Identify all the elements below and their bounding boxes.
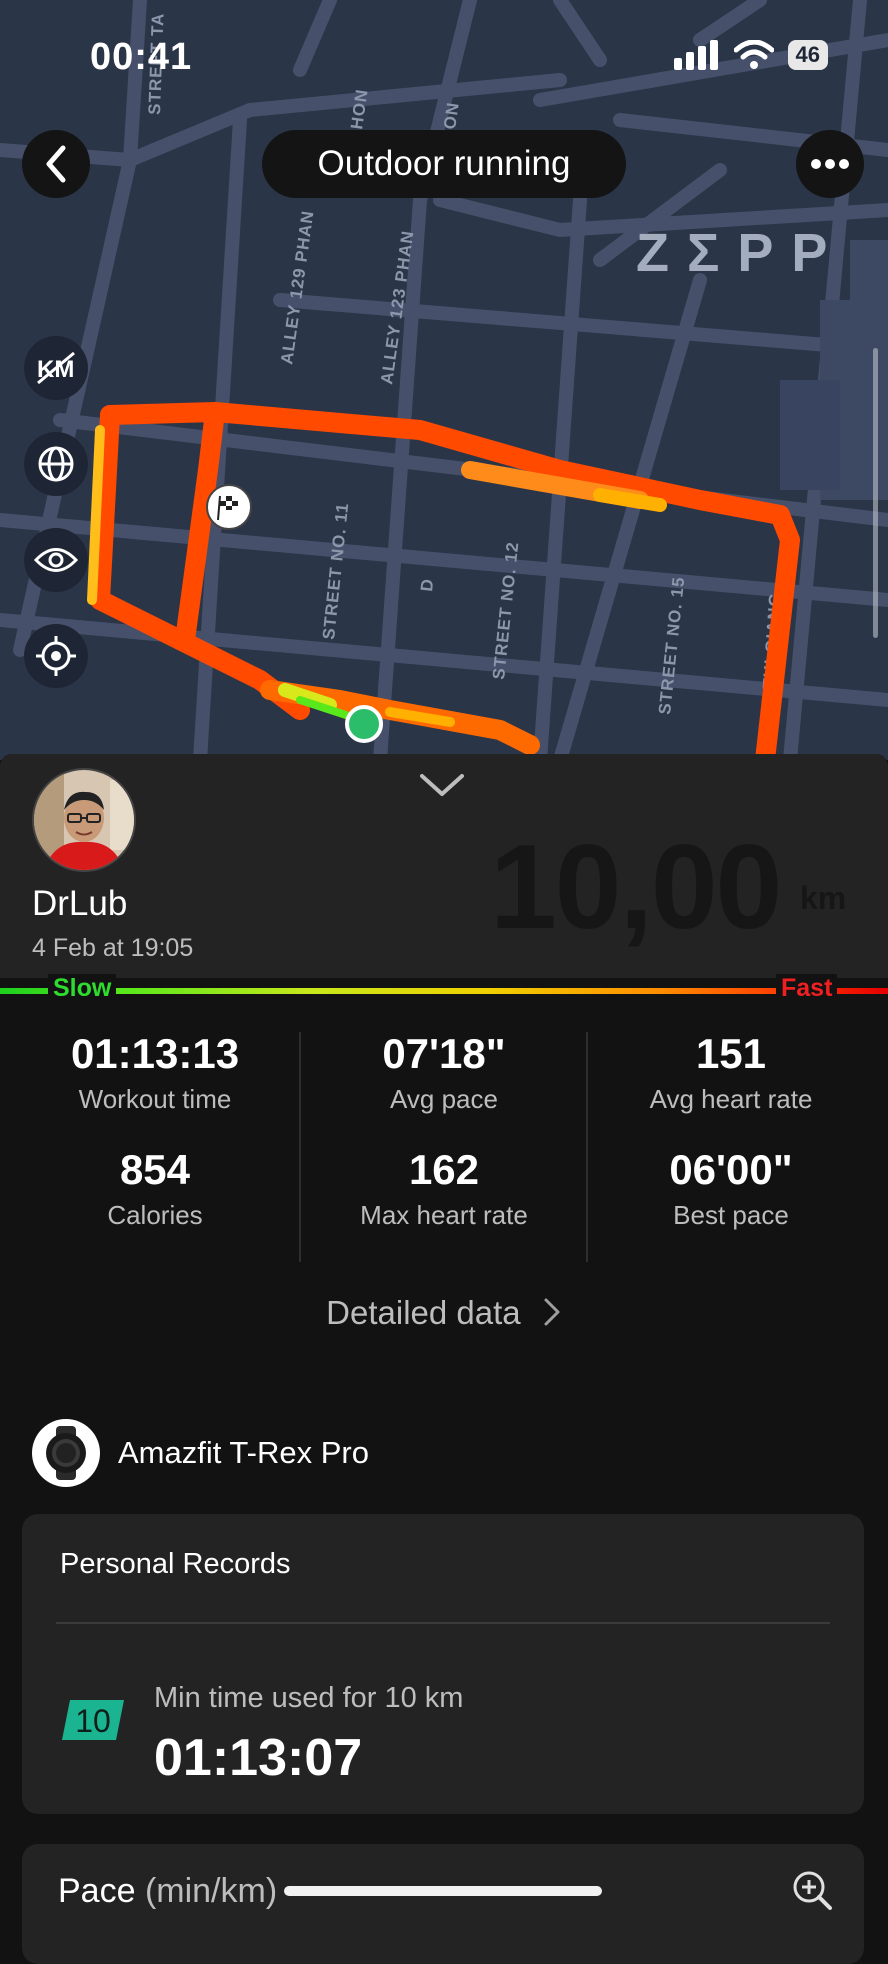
pace-gradient-line bbox=[0, 988, 888, 994]
home-indicator[interactable] bbox=[284, 1886, 602, 1896]
watch-icon bbox=[32, 1419, 100, 1487]
total-distance: 10,00 bbox=[490, 820, 782, 954]
pace-fast-label: Fast bbox=[776, 974, 838, 1003]
chevron-right-icon bbox=[544, 1298, 560, 1326]
detailed-data-link[interactable]: Detailed data bbox=[0, 1294, 888, 1332]
stat-value: 07'18" bbox=[382, 1030, 506, 1077]
more-options-button[interactable] bbox=[796, 130, 864, 198]
record-value: 01:13:07 bbox=[154, 1729, 363, 1787]
stats-grid: 01:13:13 Workout time 07'18" Avg pace 15… bbox=[0, 1022, 888, 1262]
km-marker-toggle-button[interactable]: KM bbox=[24, 336, 88, 400]
stat-label: Workout time bbox=[78, 1084, 232, 1114]
finish-flag-icon bbox=[206, 484, 252, 530]
device-name: Amazfit T-Rex Pro bbox=[118, 1435, 369, 1470]
username: DrLub bbox=[32, 884, 128, 923]
street-label: STREET NO. 15 bbox=[655, 576, 688, 716]
chevron-left-icon bbox=[46, 145, 66, 183]
stat-label: Best pace bbox=[673, 1200, 789, 1230]
recenter-button[interactable] bbox=[24, 624, 88, 688]
record-label: Min time used for 10 km bbox=[154, 1682, 464, 1714]
stat-calories: 854 Calories bbox=[10, 1146, 300, 1231]
chevron-down-icon bbox=[420, 774, 464, 796]
stat-value: 162 bbox=[408, 1146, 480, 1193]
distance-unit: km bbox=[800, 880, 847, 916]
record-badge-icon: 10 bbox=[62, 1698, 126, 1747]
collapse-sheet-button[interactable] bbox=[418, 770, 466, 805]
stat-workout-time: 01:13:13 Workout time bbox=[10, 1030, 300, 1115]
km-icon: KM bbox=[37, 351, 75, 385]
pace-title-text: Pace bbox=[58, 1872, 136, 1910]
status-time: 00:41 bbox=[90, 36, 193, 78]
stat-value: 01:13:13 bbox=[70, 1030, 240, 1077]
workout-date: 4 Feb at 19:05 bbox=[32, 934, 194, 962]
device-row[interactable]: Amazfit T-Rex Pro bbox=[32, 1418, 369, 1488]
visibility-toggle-button[interactable] bbox=[24, 528, 88, 592]
status-icons: 46 bbox=[673, 40, 828, 70]
stat-avg-heart-rate: 151 Avg heart rate bbox=[586, 1030, 876, 1115]
user-photo bbox=[34, 770, 134, 870]
workout-summary-sheet[interactable]: DrLub 4 Feb at 19:05 10,00 km Slow Fast … bbox=[0, 754, 888, 1964]
pace-chart-card[interactable]: Pace (min/km) bbox=[22, 1844, 864, 1964]
route-map[interactable]: STREET TA ALLEY 129 PHAN ALLEY 123 PHAN … bbox=[0, 0, 888, 760]
map-scroll-indicator bbox=[873, 348, 878, 638]
pace-color-scale: Slow Fast bbox=[0, 974, 888, 1006]
detailed-data-label: Detailed data bbox=[326, 1294, 521, 1331]
stat-value: 854 bbox=[119, 1146, 191, 1193]
wifi-icon bbox=[733, 40, 774, 69]
stat-label: Max heart rate bbox=[360, 1200, 528, 1230]
stat-label: Avg heart rate bbox=[649, 1084, 813, 1114]
street-label: ALLEY 129 PHAN bbox=[277, 209, 317, 366]
status-bar: 00:41 46 bbox=[0, 0, 888, 110]
battery-level: 46 bbox=[787, 40, 828, 70]
stat-label: Calories bbox=[107, 1200, 203, 1230]
records-title: Personal Records bbox=[60, 1548, 291, 1580]
stat-value: 151 bbox=[695, 1030, 767, 1077]
globe-icon bbox=[38, 446, 74, 482]
locate-icon bbox=[36, 636, 76, 676]
cellular-signal-icon bbox=[673, 40, 718, 70]
street-label: D bbox=[417, 577, 437, 592]
stat-value: 06'00" bbox=[669, 1146, 793, 1193]
map-layer-button[interactable] bbox=[24, 432, 88, 496]
street-label: STREET NO. 11 bbox=[319, 501, 352, 640]
divider bbox=[56, 1622, 830, 1624]
workout-type-title: Outdoor running bbox=[262, 130, 626, 198]
more-horizontal-icon bbox=[811, 159, 849, 169]
back-button[interactable] bbox=[22, 130, 90, 198]
map-canvas: STREET TA ALLEY 129 PHAN ALLEY 123 PHAN … bbox=[0, 0, 888, 760]
stat-max-heart-rate: 162 Max heart rate bbox=[299, 1146, 589, 1231]
record-badge-number: 10 bbox=[75, 1703, 111, 1739]
personal-records-card[interactable]: Personal Records 10 Min time used for 10… bbox=[22, 1514, 864, 1814]
stat-avg-pace: 07'18" Avg pace bbox=[299, 1030, 589, 1115]
eye-icon bbox=[34, 548, 78, 572]
pace-title-unit: (min/km) bbox=[144, 1872, 278, 1910]
avatar[interactable] bbox=[32, 768, 136, 872]
pace-section-title: Pace (min/km) bbox=[58, 1872, 277, 1911]
zoom-in-icon bbox=[793, 1871, 832, 1910]
end-point-marker bbox=[345, 705, 383, 743]
pace-slow-label: Slow bbox=[48, 974, 117, 1003]
brand-watermark: ZΣPP bbox=[636, 223, 846, 283]
zoom-in-button[interactable] bbox=[790, 1868, 834, 1917]
stat-best-pace: 06'00" Best pace bbox=[586, 1146, 876, 1231]
stat-label: Avg pace bbox=[390, 1084, 498, 1114]
